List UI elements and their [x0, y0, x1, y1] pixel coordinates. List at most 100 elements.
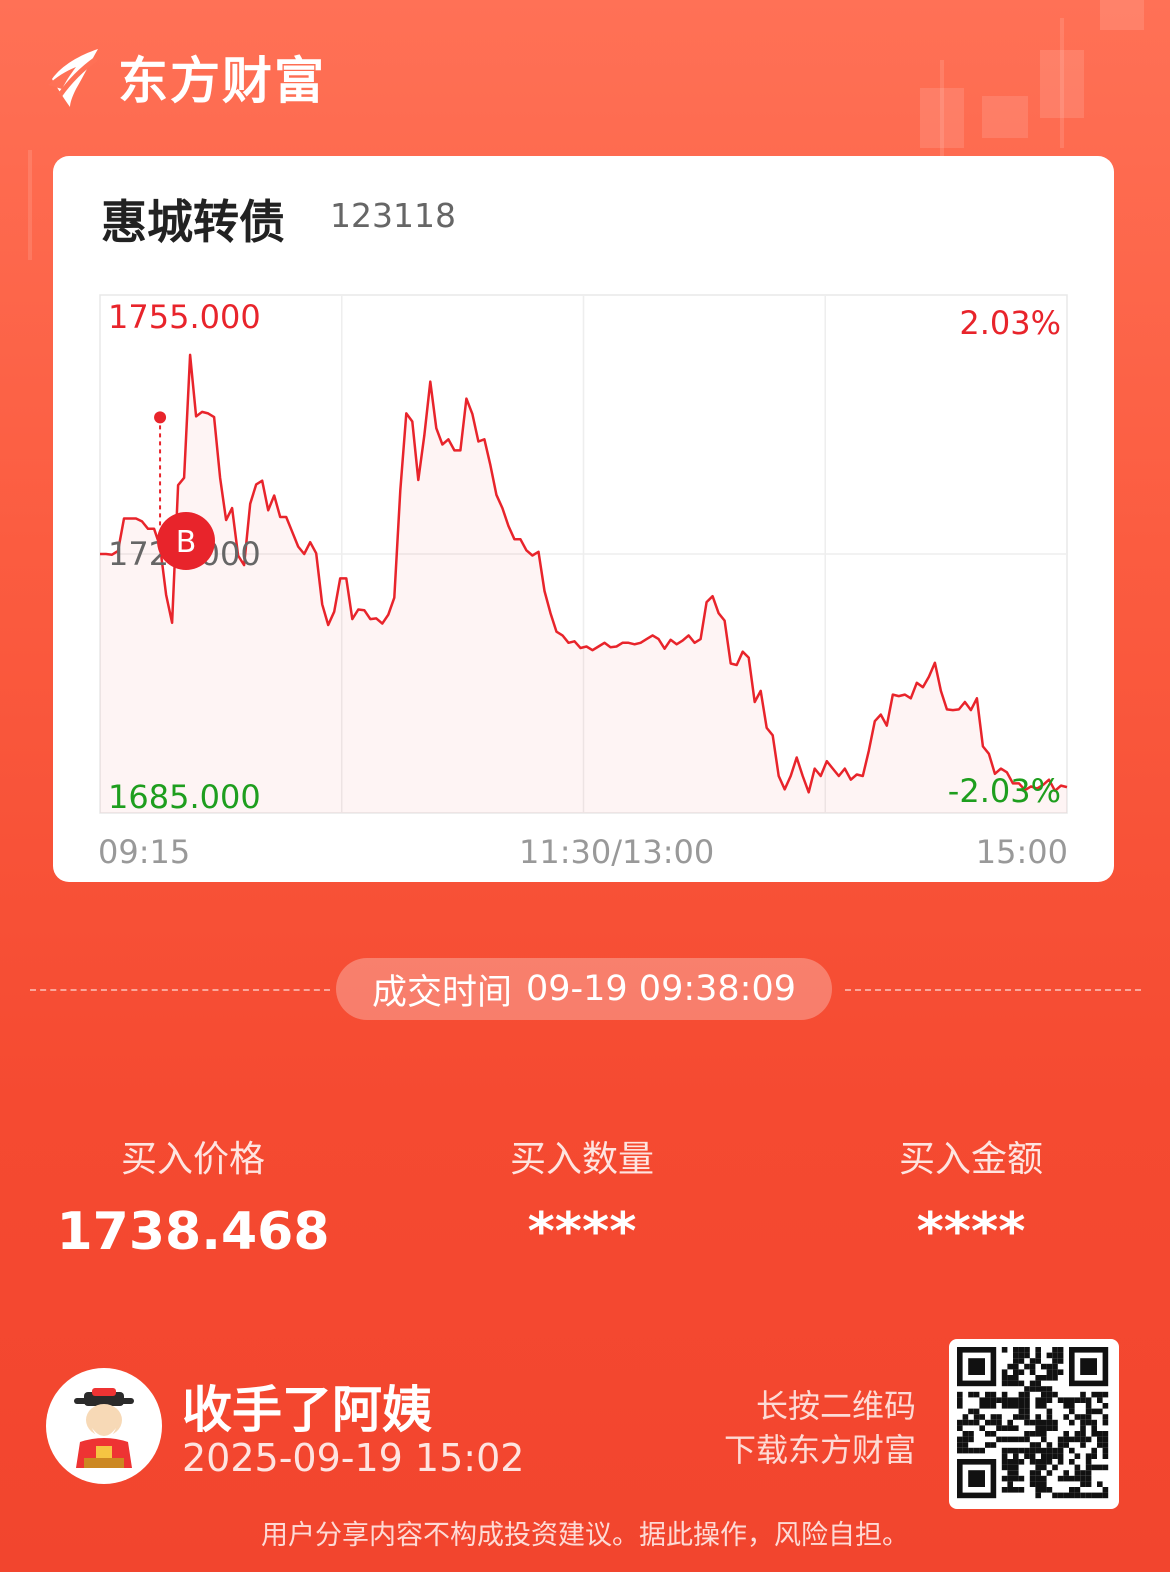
qr-module [1052, 1375, 1058, 1381]
qr-module [1046, 1408, 1053, 1415]
background-candle-decoration [28, 150, 32, 260]
qr-module [1013, 1425, 1019, 1431]
qr-module [1046, 1419, 1053, 1426]
qr-module [1063, 1431, 1069, 1437]
qr-module [1041, 1475, 1047, 1482]
qr-module [1013, 1397, 1019, 1403]
qr-module [990, 1397, 997, 1403]
qr-module [1102, 1419, 1109, 1426]
stat-value: **** [916, 1202, 1026, 1262]
brand-header: 东方财富 [46, 44, 326, 110]
qr-module [1085, 1436, 1092, 1443]
qr-module [1029, 1470, 1036, 1476]
qr-module [1035, 1375, 1041, 1381]
qr-module [1018, 1352, 1025, 1359]
qr-module [1029, 1386, 1036, 1392]
buy-marker-label: B [176, 525, 197, 560]
qr-module [1035, 1358, 1041, 1364]
qr-module [1035, 1347, 1041, 1353]
qr-module [1013, 1352, 1019, 1359]
qr-module [1007, 1425, 1013, 1431]
divider-line [30, 989, 330, 991]
qr-module [979, 1414, 985, 1420]
qr-module [1085, 1481, 1092, 1487]
qr-module [1080, 1425, 1086, 1431]
qr-module [1097, 1442, 1103, 1448]
qr-module [1102, 1487, 1109, 1493]
qr-module [962, 1447, 969, 1454]
qr-module [1024, 1403, 1030, 1409]
qr-module [957, 1419, 963, 1426]
qr-module [1097, 1481, 1103, 1487]
qr-module [1041, 1425, 1047, 1431]
qr-module [1024, 1436, 1030, 1443]
qr-module [1029, 1442, 1036, 1448]
qr-module [1024, 1414, 1030, 1420]
qr-module [1018, 1408, 1025, 1415]
qr-module [1069, 1436, 1075, 1443]
qr-hint-line: 下载东方财富 [723, 1431, 916, 1469]
qr-module [1001, 1436, 1008, 1443]
qr-module [1013, 1403, 1019, 1409]
qr-module [985, 1442, 991, 1448]
qr-module [1013, 1369, 1019, 1375]
qr-module [957, 1447, 963, 1454]
qr-module [1091, 1391, 1097, 1398]
qr-module [1001, 1464, 1008, 1471]
qr-module [1035, 1475, 1041, 1482]
qr-module [1024, 1363, 1030, 1370]
qr-module [990, 1403, 997, 1409]
qr-module [1085, 1459, 1092, 1465]
download-qr-code[interactable] [949, 1339, 1119, 1509]
qr-module [1035, 1464, 1041, 1471]
stock-code: 123118 [330, 196, 456, 235]
user-avatar[interactable] [46, 1368, 162, 1484]
qr-module [1057, 1369, 1064, 1375]
qr-module [1029, 1419, 1036, 1426]
disclaimer: 用户分享内容不构成投资建议。据此操作，风险自担。 [261, 1520, 909, 1551]
qr-module [1024, 1431, 1030, 1437]
qr-module [968, 1431, 974, 1437]
qr-module [1102, 1447, 1109, 1454]
qr-module [1091, 1431, 1097, 1437]
qr-module [973, 1391, 980, 1398]
qr-module [1018, 1459, 1025, 1465]
qr-module [1029, 1363, 1036, 1370]
x-tick-close: 15:00 [975, 833, 1068, 871]
qr-module [1018, 1391, 1025, 1398]
qr-module [957, 1442, 963, 1448]
qr-module [1052, 1425, 1058, 1431]
qr-module [957, 1391, 963, 1398]
qr-module [1013, 1447, 1019, 1454]
stat-label: 买入价格 [120, 1139, 265, 1180]
pct-min-label: -2.03% [947, 772, 1061, 810]
qr-module [1029, 1358, 1036, 1364]
divider-line [845, 989, 1141, 991]
background-candle-decoration [920, 88, 964, 148]
qr-module [1085, 1419, 1092, 1426]
qr-module [1091, 1419, 1097, 1426]
qr-module [1013, 1470, 1019, 1476]
qr-module [1052, 1391, 1058, 1398]
user-name: 收手了阿姨 [182, 1381, 432, 1439]
qr-module [962, 1431, 969, 1437]
qr-module [1097, 1397, 1103, 1403]
qr-module [1007, 1403, 1013, 1409]
buy-marker-badge: B [157, 512, 215, 570]
qr-module [1097, 1391, 1103, 1398]
qr-module [985, 1403, 991, 1409]
qr-module [1001, 1425, 1008, 1431]
qr-module [1018, 1447, 1025, 1454]
qr-module [1080, 1442, 1086, 1448]
qr-module [1052, 1347, 1058, 1353]
qr-module [1007, 1436, 1013, 1443]
qr-module [1057, 1442, 1064, 1448]
qr-module [1063, 1414, 1069, 1420]
qr-module [1097, 1408, 1103, 1415]
qr-module [1069, 1487, 1075, 1493]
qr-module [1080, 1475, 1086, 1482]
qr-code-icon [957, 1347, 1109, 1499]
qr-module [1074, 1414, 1081, 1420]
qr-module [1097, 1464, 1103, 1471]
qr-module [1013, 1380, 1019, 1387]
